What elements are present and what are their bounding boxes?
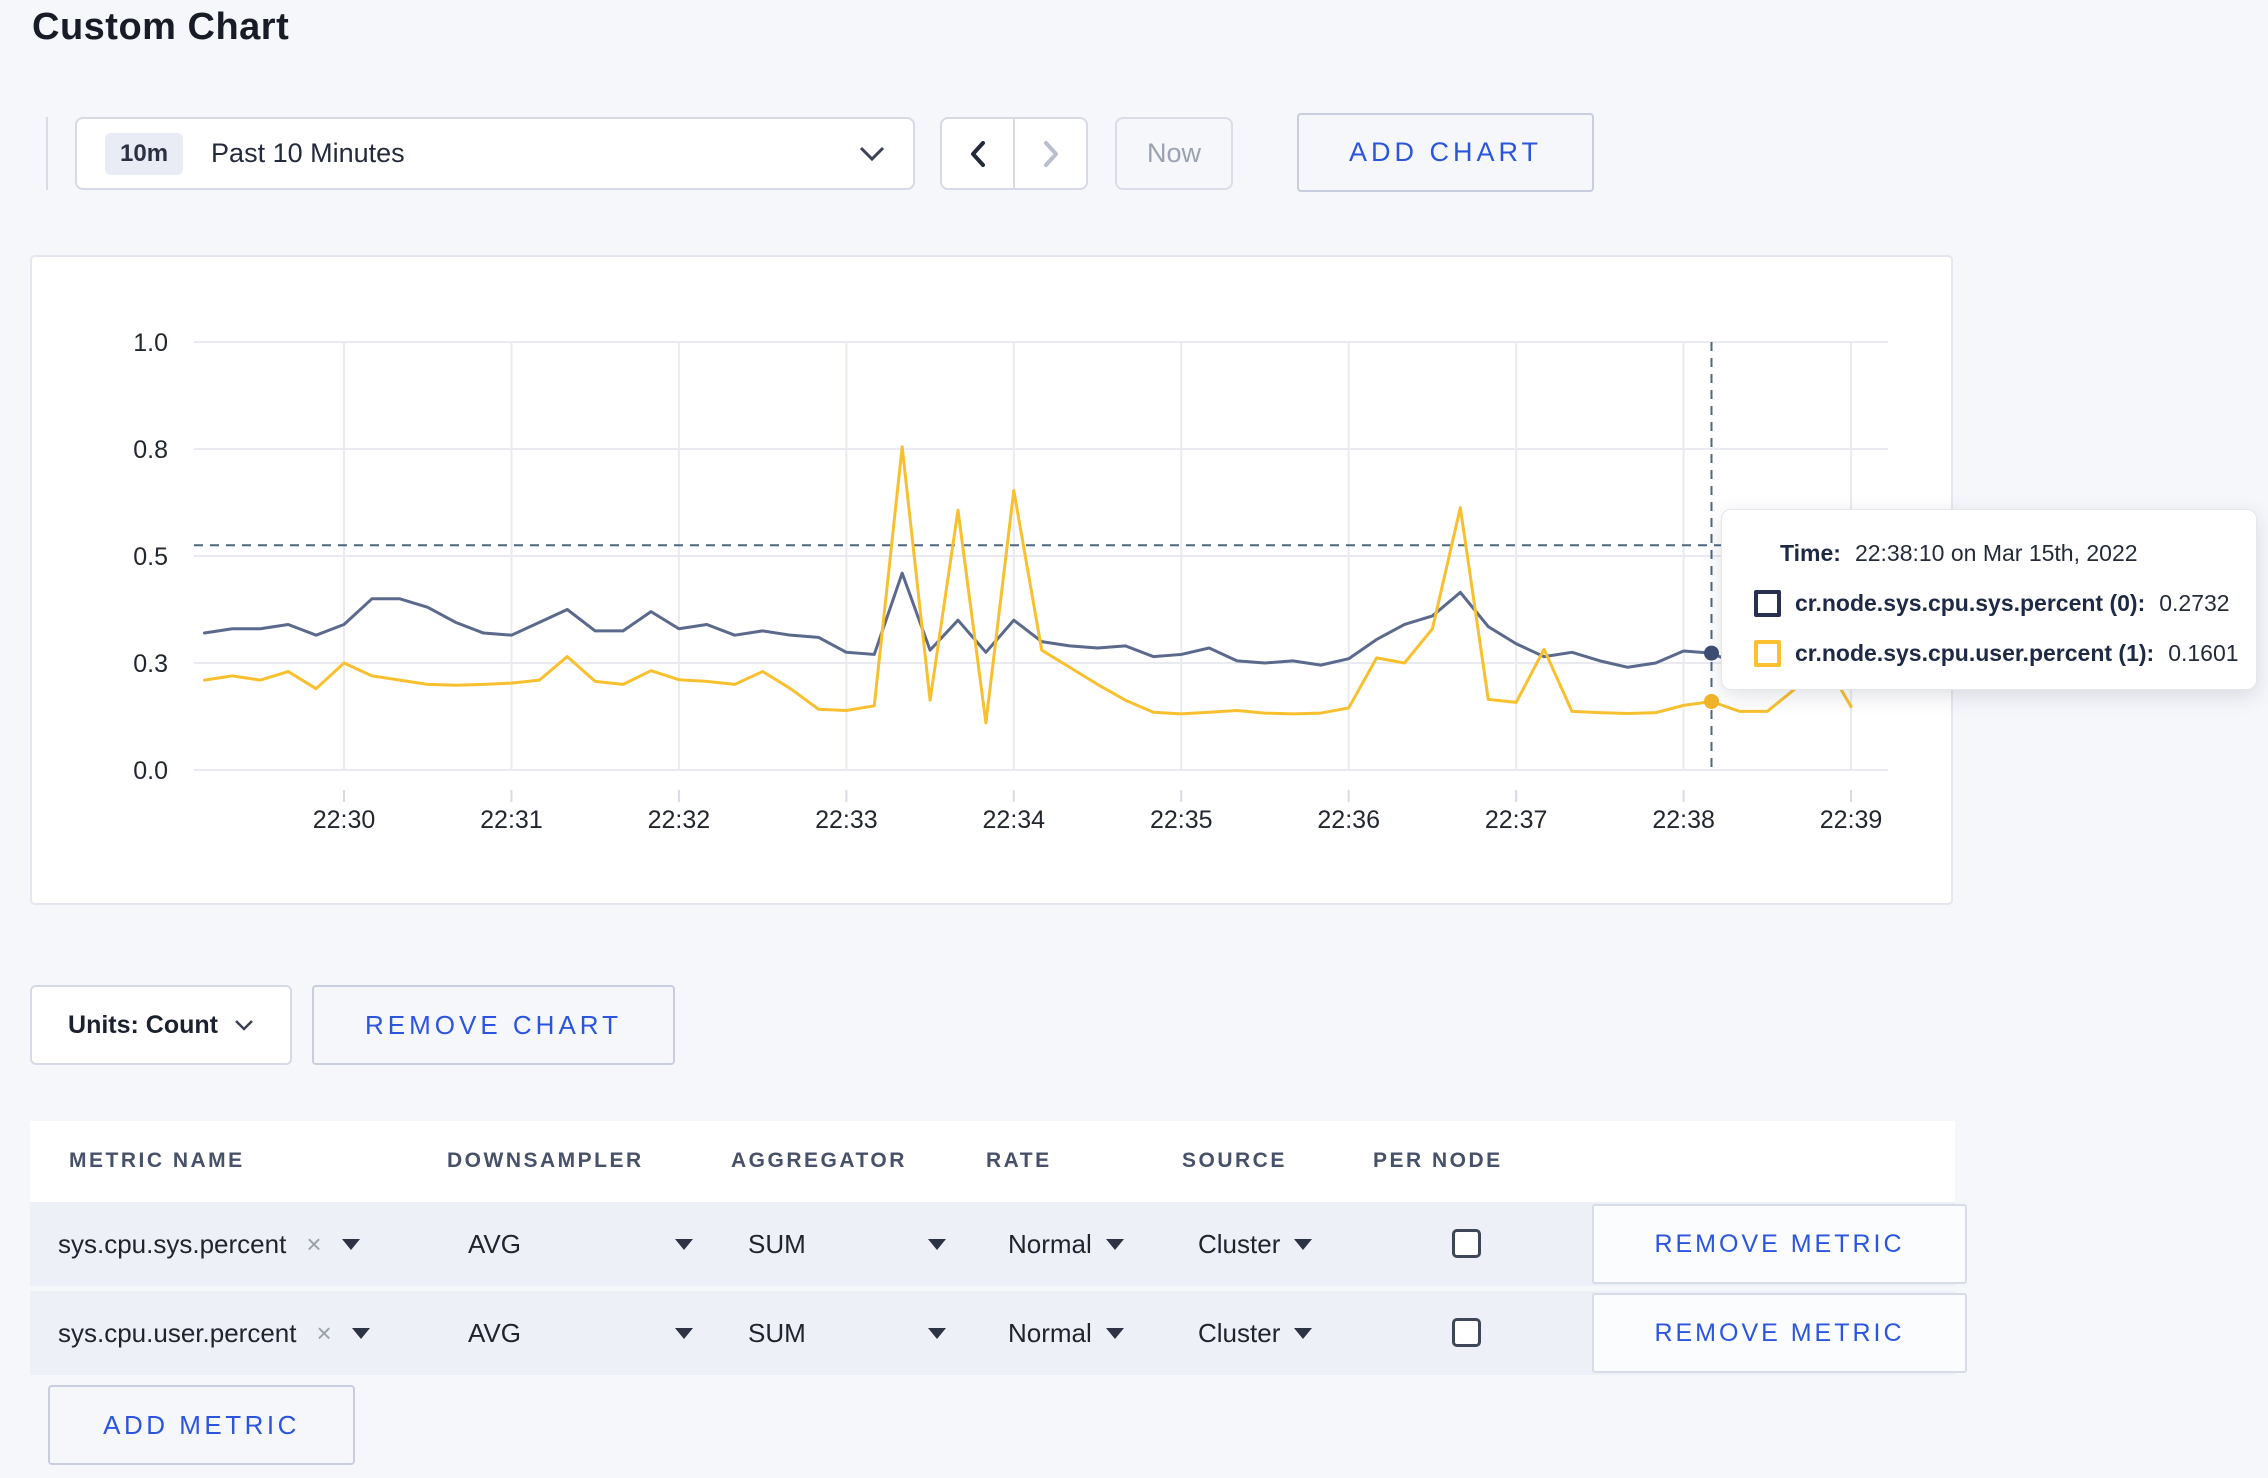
col-header-downsampler: DOWNSAMPLER — [447, 1149, 644, 1172]
rate-dropdown-caret[interactable] — [1105, 1238, 1124, 1250]
tooltip-series-label: cr.node.sys.cpu.user.percent (1): — [1795, 639, 2155, 666]
downsampler-dropdown-caret[interactable] — [675, 1327, 693, 1339]
add-metric-button[interactable]: ADD METRIC — [48, 1385, 355, 1465]
rate-dropdown-caret[interactable] — [1105, 1327, 1124, 1339]
source-dropdown-caret[interactable] — [1294, 1238, 1313, 1250]
rate-value: Normal — [1008, 1317, 1092, 1348]
col-header-per-node: PER NODE — [1373, 1149, 1503, 1172]
source-value: Cluster — [1198, 1317, 1281, 1348]
svg-text:0.5: 0.5 — [133, 543, 168, 571]
source-value: Cluster — [1198, 1228, 1281, 1259]
metric-table-row: sys.cpu.sys.percent × AVG SUM Normal Clu… — [30, 1202, 1967, 1286]
metric-name-dropdown-caret[interactable] — [351, 1327, 370, 1339]
next-interval-button[interactable] — [1013, 119, 1086, 188]
svg-text:22:35: 22:35 — [1150, 806, 1213, 834]
units-dropdown[interactable]: Units: Count — [30, 985, 292, 1065]
clear-metric-icon[interactable]: × — [306, 1229, 321, 1260]
add-chart-button[interactable]: ADD CHART — [1297, 113, 1594, 192]
tooltip-series-label: cr.node.sys.cpu.sys.percent (0): — [1795, 589, 2146, 616]
time-range-badge: 10m — [105, 132, 184, 175]
col-header-metric-name: METRIC NAME — [69, 1149, 245, 1172]
aggregator-value: SUM — [748, 1228, 806, 1259]
tooltip-time-label: Time: — [1780, 539, 1841, 566]
aggregator-dropdown-caret[interactable] — [928, 1327, 946, 1339]
metric-table-row: sys.cpu.user.percent × AVG SUM Normal Cl… — [30, 1291, 1967, 1375]
svg-text:22:37: 22:37 — [1485, 806, 1548, 834]
tooltip-time-value: 22:38:10 on Mar 15th, 2022 — [1854, 539, 2138, 566]
chevron-left-icon — [970, 140, 985, 167]
col-header-rate: RATE — [986, 1149, 1052, 1172]
source-dropdown-caret[interactable] — [1294, 1327, 1313, 1339]
svg-text:22:31: 22:31 — [480, 806, 543, 834]
downsampler-value: AVG — [468, 1317, 521, 1348]
remove-chart-button[interactable]: REMOVE CHART — [312, 985, 675, 1065]
chart-hover-tooltip: Time: 22:38:10 on Mar 15th, 2022 cr.node… — [1721, 509, 2257, 690]
chevron-down-icon — [859, 145, 885, 162]
remove-metric-button[interactable]: REMOVE METRIC — [1592, 1293, 1967, 1373]
aggregator-value: SUM — [748, 1317, 806, 1348]
svg-text:22:30: 22:30 — [313, 806, 376, 834]
time-range-dropdown[interactable]: 10m Past 10 Minutes — [75, 117, 915, 190]
svg-text:22:34: 22:34 — [983, 806, 1046, 834]
prev-interval-button[interactable] — [942, 119, 1013, 188]
svg-text:22:32: 22:32 — [648, 806, 711, 834]
svg-text:22:39: 22:39 — [1820, 806, 1883, 834]
units-label: Units: Count — [68, 1010, 218, 1039]
time-nav-group — [940, 117, 1088, 190]
svg-text:22:38: 22:38 — [1652, 806, 1715, 834]
col-header-source: SOURCE — [1182, 1149, 1287, 1172]
tooltip-series-value: 0.2732 — [2159, 589, 2230, 616]
metrics-table-header: METRIC NAME DOWNSAMPLER AGGREGATOR RATE … — [30, 1121, 1955, 1203]
downsampler-dropdown-caret[interactable] — [675, 1238, 693, 1250]
toolbar-divider — [46, 117, 48, 190]
metric-name-dropdown-caret[interactable] — [341, 1238, 360, 1250]
rate-value: Normal — [1008, 1228, 1092, 1259]
metric-name-value: sys.cpu.sys.percent — [58, 1228, 287, 1259]
svg-text:22:33: 22:33 — [815, 806, 878, 834]
svg-text:22:36: 22:36 — [1317, 806, 1380, 834]
series-user-legend-swatch — [1754, 639, 1781, 667]
metric-name-value: sys.cpu.user.percent — [58, 1317, 297, 1348]
page-title: Custom Chart — [32, 6, 290, 48]
svg-text:0.8: 0.8 — [133, 436, 168, 464]
remove-metric-button[interactable]: REMOVE METRIC — [1592, 1204, 1967, 1284]
clear-metric-icon[interactable]: × — [316, 1318, 331, 1349]
svg-text:0.0: 0.0 — [133, 757, 168, 785]
chart-svg[interactable]: 1.0 0.8 0.5 0.3 0.0 22:30 22:31 22:32 22:33 22:34… — [30, 248, 1955, 908]
svg-text:1.0: 1.0 — [133, 329, 168, 357]
aggregator-dropdown-caret[interactable] — [928, 1238, 946, 1250]
time-range-label: Past 10 Minutes — [211, 138, 405, 168]
svg-text:0.3: 0.3 — [133, 650, 168, 678]
series-sys-legend-swatch — [1754, 589, 1781, 617]
now-button[interactable]: Now — [1115, 117, 1233, 190]
chevron-right-icon — [1043, 140, 1058, 167]
col-header-aggregator: AGGREGATOR — [731, 1149, 907, 1172]
per-node-checkbox[interactable] — [1452, 1229, 1481, 1258]
downsampler-value: AVG — [468, 1228, 521, 1259]
tooltip-series-value: 0.1601 — [2168, 639, 2239, 666]
chevron-down-icon — [235, 1019, 253, 1031]
per-node-checkbox[interactable] — [1452, 1318, 1481, 1347]
